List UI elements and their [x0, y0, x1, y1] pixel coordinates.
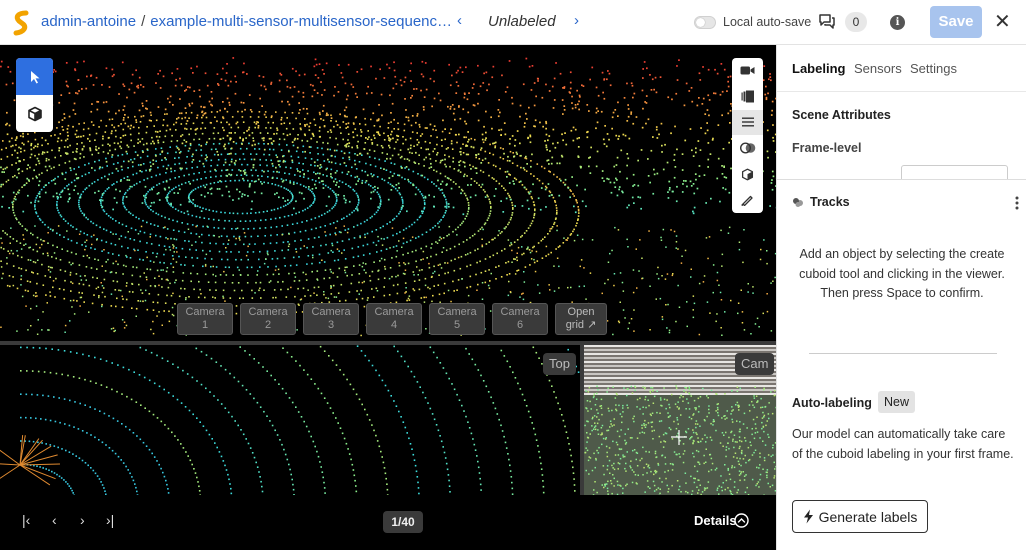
tool-group: [16, 58, 53, 132]
overlay-toggle-button[interactable]: [732, 135, 763, 161]
close-icon[interactable]: ✕: [994, 11, 1011, 33]
chevron-up-circle-icon[interactable]: [734, 513, 749, 528]
camera-button-label: Camera: [374, 306, 414, 318]
camera-view-label: Cam: [735, 353, 775, 375]
video-camera-icon: [740, 66, 755, 75]
breadcrumb-dataset-link[interactable]: example-multi-sensor-multisensor-sequenc…: [150, 13, 452, 30]
frame-level-heading: Frame-level: [792, 141, 862, 155]
comment-count-badge: 0: [845, 12, 867, 32]
tab-labeling[interactable]: Labeling: [792, 61, 845, 76]
segments-logo-icon[interactable]: [12, 10, 30, 36]
cube-icon: [27, 106, 42, 121]
menu-lines-icon: [741, 117, 754, 127]
breadcrumb-org-link[interactable]: admin-antoine: [41, 13, 136, 30]
camera-button-number: 4: [390, 319, 398, 331]
frame-attribute-input[interactable]: [901, 165, 1008, 179]
camera-6-button[interactable]: Camera 6: [492, 303, 548, 335]
labeling-panel: Labeling Sensors Settings Scene Attribut…: [776, 45, 1026, 550]
camera-button-label: Camera: [185, 306, 225, 318]
tracks-icon: [793, 198, 803, 207]
auto-labeling-description: Our model can automatically take care of…: [792, 427, 1014, 461]
divider: [809, 353, 997, 354]
tab-settings[interactable]: Settings: [910, 61, 957, 76]
previous-sample-button[interactable]: ‹: [457, 12, 462, 29]
next-sample-button[interactable]: ›: [574, 12, 579, 29]
details-button[interactable]: Details: [694, 513, 737, 528]
layers-view-button[interactable]: [732, 84, 763, 110]
camera-1-button[interactable]: Camera 1: [177, 303, 233, 335]
camera-button-number: 3: [327, 319, 335, 331]
camera-button-label: Camera: [437, 306, 477, 318]
select-tool-button[interactable]: [16, 58, 53, 95]
comments-icon[interactable]: [818, 13, 836, 30]
top-bar: admin-antoine / example-multi-sensor-multi…: [0, 0, 1026, 45]
cube-icon: [741, 168, 754, 181]
camera-3-button[interactable]: Camera 3: [303, 303, 359, 335]
tracks-heading: Tracks: [810, 195, 850, 209]
camera-2-button[interactable]: Camera 2: [240, 303, 296, 335]
previous-frame-button[interactable]: ‹: [52, 512, 57, 528]
frame-attribute-row: [777, 165, 1026, 179]
scene-attributes-heading: Scene Attributes: [792, 108, 891, 122]
breadcrumb-separator: /: [141, 13, 146, 30]
panel-tabs: Labeling Sensors Settings: [777, 45, 1026, 92]
cuboid-display-button[interactable]: [732, 161, 763, 187]
sensor-viewer: Camera 1 Camera 2 Camera 3 Camera 4 Camera 5 …: [0, 45, 776, 550]
sample-status: Unlabeled: [488, 13, 556, 30]
info-icon[interactable]: i: [890, 15, 905, 30]
breadcrumb: admin-antoine / example-multi-sensor-multi…: [41, 13, 452, 30]
layers-icon: [741, 90, 754, 103]
view-options-toolbar: [732, 58, 763, 213]
auto-labeling-heading: Auto-labeling: [792, 396, 872, 410]
point-cloud-3d-view[interactable]: [0, 45, 776, 341]
ruler-icon: [741, 196, 753, 207]
camera-button-label: Camera: [248, 306, 288, 318]
camera-view-button[interactable]: [732, 58, 763, 84]
list-view-button[interactable]: [732, 109, 763, 136]
camera-button-label: Camera: [500, 306, 540, 318]
new-badge: New: [878, 391, 916, 413]
save-button[interactable]: Save: [930, 6, 982, 38]
camera-button-number: 5: [453, 319, 461, 331]
timeline-bar: |‹ ‹ › ›| 1/40 Details: [0, 495, 776, 550]
autosave-toggle[interactable]: [694, 16, 716, 29]
open-grid-label-2: grid ↗: [565, 319, 597, 331]
camera-button-number: 2: [264, 319, 272, 331]
tab-sensors[interactable]: Sensors: [854, 61, 902, 76]
cuboid-tool-button[interactable]: [16, 95, 53, 132]
last-frame-button[interactable]: ›|: [106, 512, 114, 528]
camera-button-label: Camera: [311, 306, 351, 318]
tracks-empty-message: Add an object by selecting the create cu…: [799, 247, 1005, 300]
lightning-icon: [803, 509, 813, 524]
more-options-icon[interactable]: [1015, 196, 1019, 210]
top-down-view[interactable]: [0, 345, 580, 495]
measure-tool-button[interactable]: [732, 187, 763, 213]
camera-selector: Camera 1 Camera 2 Camera 3 Camera 4 Camera 5 …: [177, 303, 607, 335]
cursor-icon: [30, 70, 39, 83]
next-frame-button[interactable]: ›: [80, 512, 85, 528]
camera-button-number: 1: [201, 319, 209, 331]
first-frame-button[interactable]: |‹: [22, 512, 30, 528]
top-view-label: Top: [543, 353, 576, 375]
open-grid-button[interactable]: Open grid ↗: [555, 303, 607, 335]
frame-counter[interactable]: 1/40: [383, 511, 423, 533]
camera-button-number: 6: [516, 319, 524, 331]
camera-4-button[interactable]: Camera 4: [366, 303, 422, 335]
autosave-label: Local auto-save: [723, 15, 812, 29]
open-grid-label: Open: [567, 306, 595, 318]
section-divider[interactable]: [777, 179, 1026, 180]
camera-5-button[interactable]: Camera 5: [429, 303, 485, 335]
generate-labels-label: Generate labels: [818, 508, 918, 525]
overlap-circles-icon: [739, 142, 755, 154]
generate-labels-button[interactable]: Generate labels: [792, 500, 928, 533]
